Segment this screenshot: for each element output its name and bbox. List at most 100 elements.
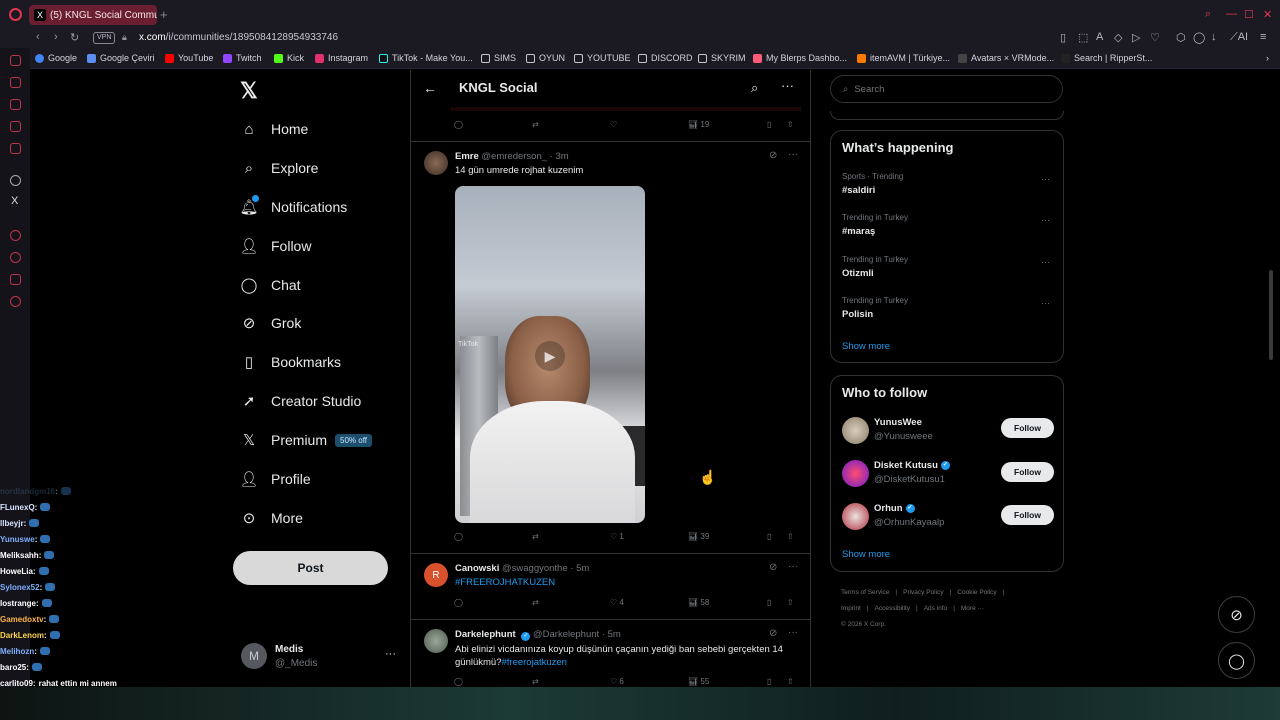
avatar[interactable] [842,460,869,487]
footer-link[interactable]: Privacy Policy [903,589,943,596]
tweet-hashtag[interactable]: #FREEROJHATKUZEN [455,576,555,589]
nav-creator-studio[interactable]: ➚ Creator Studio [240,392,362,410]
search-tabs-icon[interactable]: ⌕ [1205,8,1211,21]
account-name[interactable]: Medis [275,644,303,655]
opera-logo-icon[interactable] [9,8,22,21]
views-count[interactable]: 📊︎ 55 [688,677,709,686]
share-icon[interactable]: ⇧ [787,598,794,607]
bookmark-item[interactable]: Google [35,53,77,63]
retweet-icon[interactable]: ⇄ [532,120,539,129]
trend-more-icon[interactable]: ··· [1041,215,1050,225]
bookmark-item[interactable]: YouTube [165,53,213,63]
nav-notifications[interactable]: 🔔︎ Notifications [239,195,347,216]
x-logo-icon[interactable]: 𝕏 [240,78,258,104]
wtf-name[interactable]: Disket Kutusu ✓ [874,460,950,471]
bookmark-folder[interactable]: SKYRIM [698,53,746,63]
sidebar-icon[interactable] [10,274,21,285]
grok-icon[interactable]: ⊘ [769,150,777,161]
footer-link[interactable]: Terms of Service [841,589,889,596]
trend-more-icon[interactable]: ··· [1041,174,1050,184]
account-more-icon[interactable]: ··· [385,648,396,660]
avatar[interactable] [424,151,448,175]
like-button[interactable]: ♡ 6 [610,677,624,686]
show-more-link[interactable]: Show more [842,549,890,560]
tweet-author[interactable]: Darkelephunt ✓ @Darkelephunt · 5m [455,629,621,641]
nav-follow[interactable]: 👤︎ Follow [239,237,311,255]
views-count[interactable]: 📊︎ 58 [688,598,709,607]
share-icon[interactable]: ⇧ [787,532,794,541]
close-window-icon[interactable]: ✕ [1263,8,1272,21]
download-icon[interactable]: ↓ [1211,31,1217,43]
grok-icon[interactable]: ⊘ [769,628,777,639]
bookmark-item[interactable]: Google Çeviri [87,53,155,63]
grok-fab-icon[interactable]: ⊘ [1218,596,1255,633]
x-sidebar-icon[interactable]: X [11,195,18,207]
like-button[interactable]: ♡ 4 [610,598,624,607]
nav-explore[interactable]: ⌕ Explore [240,159,319,177]
follow-button[interactable]: Follow [1001,462,1054,482]
new-tab-icon[interactable]: + [160,8,168,21]
avatar[interactable]: R [424,563,448,587]
follow-button[interactable]: Follow [1001,505,1054,525]
sidebar-icon[interactable] [10,143,21,154]
tweet-more-icon[interactable]: ··· [788,561,798,572]
nav-chat[interactable]: ◯ Chat [240,276,301,294]
tweet-video[interactable]: TikTok ▶ [455,186,645,523]
history-icon[interactable] [10,252,21,263]
trend-more-icon[interactable]: ··· [1041,257,1050,267]
bookmark-icon[interactable]: ▯ [767,532,771,541]
sidebar-icon[interactable] [10,77,21,88]
bookmark-item[interactable]: Search | RipperSt... [1061,53,1152,63]
avatar[interactable] [842,417,869,444]
minimize-icon[interactable]: — [1226,8,1237,20]
search-input-container[interactable]: ⌕ [830,75,1063,103]
footer-link[interactable]: More ··· [961,605,984,612]
tweet-author[interactable]: Emre @emrederson_ · 3m [455,151,569,162]
bookmark-folder[interactable]: YOUTUBE [574,53,631,63]
back-arrow-icon[interactable]: ← [423,80,437,96]
tweet-author[interactable]: Canowski @swaggyonthe · 5m [455,563,589,574]
extensions-icon[interactable]: ⬡ [1176,31,1186,44]
retweet-icon[interactable]: ⇄ [532,532,539,541]
trend-more-icon[interactable]: ··· [1041,298,1050,308]
menu-icon[interactable]: ≡ [1260,31,1266,43]
footer-link[interactable]: Cookie Policy [957,589,996,596]
bookmark-icon[interactable]: ▯ [767,120,771,129]
bookmark-item[interactable]: Avatars × VRMode... [958,53,1054,63]
wtf-name[interactable]: YunusWee [874,417,922,428]
reply-icon[interactable]: ◯ [454,677,463,686]
search-icon[interactable]: ⌕ [751,80,758,96]
show-more-link[interactable]: Show more [842,341,890,352]
bookmark-item[interactable]: TikTok - Make You... [379,53,473,63]
avatar[interactable]: M [241,643,267,669]
bookmark-folder[interactable]: OYUN [526,53,565,63]
browser-tab-active[interactable]: X (5) KNGL Social Communi [29,5,157,25]
reload-icon[interactable]: ↻ [70,31,79,44]
nav-premium[interactable]: 𝕏 Premium 50% off [240,431,372,449]
footer-link[interactable]: Imprint [841,605,861,612]
sidebar-icon[interactable] [10,121,21,132]
views-count[interactable]: 📊︎ 19 [688,120,709,129]
bookmark-folder[interactable]: SIMS [481,53,516,63]
back-icon[interactable]: ‹ [36,31,40,43]
footer-link[interactable]: Ads info [924,605,948,612]
play-icon[interactable]: ▶ [535,341,565,371]
share-icon[interactable]: ⇧ [787,120,794,129]
lock-icon[interactable]: 🔒︎ [122,32,127,43]
more-icon[interactable]: ··· [781,78,794,93]
sidebar-icon[interactable] [10,55,21,66]
like-icon[interactable]: ♡ [610,120,617,129]
maximize-icon[interactable]: ☐ [1244,8,1254,21]
bookmark-icon[interactable]: ▯ [767,677,771,686]
reply-icon[interactable]: ◯ [454,598,463,607]
retweet-icon[interactable]: ⇄ [532,677,539,686]
views-count[interactable]: 📊︎ 39 [688,532,709,541]
player-icon[interactable]: ▷ [1132,31,1140,44]
heart-icon[interactable]: ♡ [1150,31,1160,44]
bookmark-page-icon[interactable]: ▯ [1060,31,1066,44]
bookmarks-overflow-icon[interactable]: › [1266,53,1269,63]
share-icon[interactable]: ⇧ [787,677,794,686]
post-button[interactable]: Post [233,551,388,585]
footer-link[interactable]: Accessibility [875,605,910,612]
scrollbar[interactable] [1269,270,1273,360]
